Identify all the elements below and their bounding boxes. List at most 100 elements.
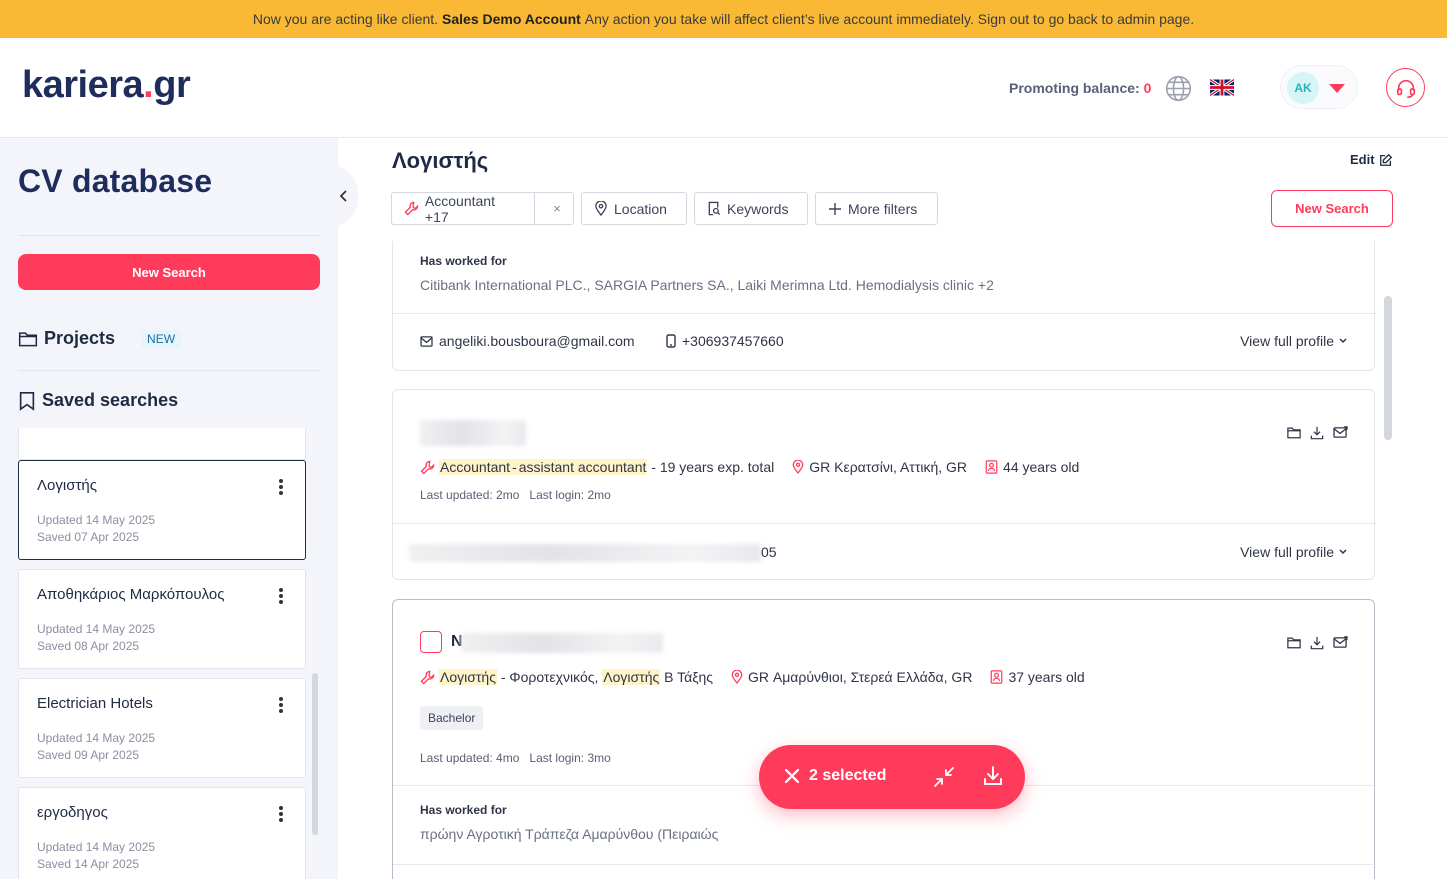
location-filter[interactable]: Location (581, 192, 687, 225)
profession-filter[interactable]: Accountant +17 × (391, 192, 574, 225)
document-search-icon (708, 201, 721, 216)
view-full-profile-label: View full profile (1240, 544, 1334, 560)
worked-for-label: Has worked for (420, 254, 507, 268)
impersonation-banner: Now you are acting like client. Sales De… (0, 0, 1447, 38)
folder-icon[interactable] (1287, 426, 1301, 439)
location-value: GR Αμαρύνθιοι, Στερεά Ελλάδα, GR (748, 669, 973, 685)
title-separator: - (511, 459, 518, 475)
profession-filter-main[interactable]: Accountant +17 (392, 192, 536, 225)
divider (393, 864, 1376, 865)
saved-search-card[interactable]: εργοδηγος Updated 14 May 2025 Saved 14 A… (18, 787, 306, 879)
download-icon[interactable] (981, 764, 1005, 788)
edit-button[interactable]: Edit (1350, 152, 1393, 167)
mail-icon (420, 335, 433, 347)
view-full-profile-button[interactable]: View full profile (1240, 333, 1348, 349)
phone-partial-value: 05 (761, 544, 777, 560)
id-card-icon (991, 670, 1003, 684)
saved-search-card[interactable]: Electrician Hotels Updated 14 May 2025 S… (18, 678, 306, 778)
kebab-menu-icon[interactable] (279, 697, 283, 713)
more-filters-button[interactable]: More filters (815, 192, 938, 225)
location-filter-label: Location (614, 200, 667, 217)
saved-search-updated: Updated 14 May 2025 (37, 840, 156, 854)
collapse-sidebar-button[interactable] (330, 165, 358, 227)
headset-icon (1396, 79, 1415, 98)
chevron-down-icon (1329, 84, 1345, 93)
location-pin-icon (792, 460, 804, 474)
title-middle: - Φοροτεχνικός, (496, 669, 603, 685)
new-search-button[interactable]: New Search (18, 254, 320, 290)
banner-account: Sales Demo Account (442, 11, 581, 27)
email-value: angeliki.bousboura@gmail.com (439, 333, 635, 349)
kebab-menu-icon[interactable] (279, 806, 283, 822)
selection-bar: 2 selected (759, 745, 1025, 809)
last-updated: Last updated: 4mo (420, 751, 520, 765)
candidate-age: 37 years old (990, 669, 1085, 685)
new-search-button-main[interactable]: New Search (1271, 190, 1393, 227)
folder-icon[interactable] (1287, 636, 1301, 649)
saved-search-saved: Saved 07 Apr 2025 (37, 530, 140, 544)
card-actions (1287, 426, 1348, 440)
download-icon[interactable] (1310, 636, 1324, 650)
sidebar-title: CV database (18, 163, 213, 199)
activity-meta: Last updated: 4mo Last login: 3mo (420, 751, 611, 765)
banner-prefix: Now you are acting like client. (252, 11, 439, 27)
activity-meta: Last updated: 2mo Last login: 2mo (420, 488, 611, 502)
candidate-phone-partial: 05 (761, 544, 777, 560)
wrench-icon (420, 460, 435, 475)
location-value: GR Κερατσίνι, Αττική, GR (809, 459, 968, 475)
mail-send-icon[interactable] (1333, 636, 1348, 649)
card-actions (1287, 636, 1348, 650)
banner-suffix: Any action you take will affect client’s… (584, 11, 1195, 27)
blurred-name (461, 633, 663, 653)
worked-for-value: Citibank International PLC., SARGIA Part… (420, 277, 994, 293)
logo-tld: gr (153, 64, 191, 106)
last-login: Last login: 2mo (529, 488, 611, 502)
last-updated: Last updated: 2mo (420, 488, 520, 502)
saved-search-card[interactable]: Αποθηκάριος Μαρκόπουλος Updated 14 May 2… (18, 569, 306, 669)
candidate-headline: Accountant - assistant accountant - 19 yea… (420, 459, 1079, 475)
candidate-email[interactable]: angeliki.bousboura@gmail.com (420, 333, 635, 349)
collapse-icon[interactable] (932, 765, 956, 789)
user-menu[interactable]: AK (1280, 65, 1358, 109)
sidebar-scrollbar[interactable] (312, 673, 318, 835)
saved-search-card[interactable]: Λογιστής Updated 14 May 2025 Saved 07 Ap… (18, 460, 306, 560)
globe-icon[interactable] (1165, 75, 1192, 102)
avatar: AK (1287, 72, 1319, 104)
close-icon[interactable] (781, 765, 803, 787)
saved-search-name: Αποθηκάριος Μαρκόπουλος (37, 586, 225, 603)
select-candidate-checkbox[interactable] (420, 631, 442, 653)
selected-count: 2 selected (809, 767, 887, 784)
age-value: 37 years old (1008, 669, 1085, 685)
promo-label: Promoting balance: (1009, 80, 1140, 96)
logo-main: kariera (22, 64, 144, 106)
support-button[interactable] (1386, 68, 1425, 107)
last-login: Last login: 3mo (529, 751, 611, 765)
clear-filter-button[interactable]: × (541, 193, 573, 224)
view-full-profile-button[interactable]: View full profile (1240, 544, 1348, 560)
experience-text: - 19 years exp. total (647, 459, 775, 475)
kebab-menu-icon[interactable] (279, 588, 283, 604)
download-icon[interactable] (1310, 426, 1324, 440)
candidate-location: GR Αμαρύνθιοι, Στερεά Ελλάδα, GR (731, 669, 972, 685)
phone-icon (666, 334, 676, 348)
more-filters-label: More filters (848, 200, 918, 217)
chevron-left-icon (339, 190, 347, 202)
highlighted-keyword: Accountant (439, 459, 512, 475)
phone-value: +306937457660 (682, 333, 784, 349)
saved-search-card-partial (18, 428, 306, 460)
projects-link[interactable]: Projects NEW (18, 328, 182, 349)
promo-value: 0 (1143, 80, 1152, 96)
uk-flag-icon[interactable] (1210, 79, 1234, 96)
candidate-phone[interactable]: +306937457660 (666, 333, 784, 349)
kebab-menu-icon[interactable] (279, 479, 283, 495)
saved-search-updated: Updated 14 May 2025 (37, 731, 156, 745)
age-value: 44 years old (1003, 459, 1080, 475)
chevron-down-icon (1339, 338, 1347, 344)
folder-icon (18, 331, 38, 346)
highlighted-keyword: assistant accountant (517, 459, 648, 475)
results-scrollbar[interactable] (1384, 296, 1392, 440)
profession-filter-label: Accountant +17 (424, 192, 495, 225)
keywords-filter[interactable]: Keywords (694, 192, 808, 225)
kariera-logo[interactable]: kariera.gr (22, 64, 191, 107)
mail-send-icon[interactable] (1333, 426, 1348, 439)
